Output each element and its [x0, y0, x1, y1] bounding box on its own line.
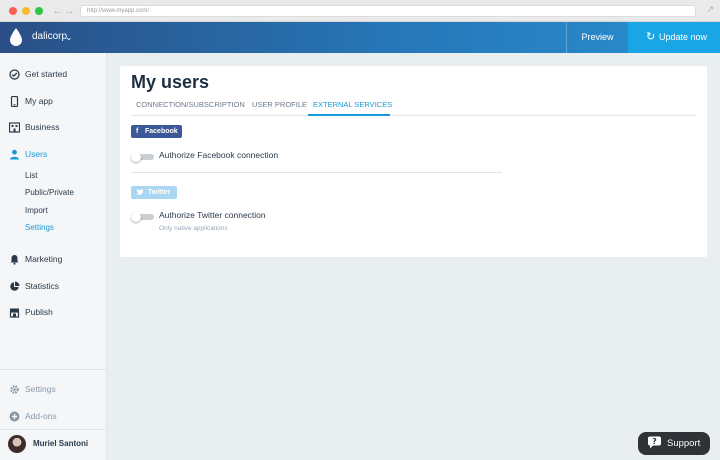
sidebar-item-get-started[interactable]: Get started [0, 65, 107, 83]
page-title: My users [131, 72, 210, 92]
building-icon [9, 122, 20, 133]
tab-bar: CONNECTION/SUBSCRIPTION USER PROFILE EXT… [131, 97, 697, 116]
sidebar: Get started My app Business Users List P… [0, 53, 107, 460]
support-label: Support [667, 438, 701, 449]
refresh-icon: ↻ [646, 31, 656, 43]
sidebar-item-publish[interactable]: Publish [0, 303, 107, 321]
expand-icon[interactable]: ↗ [706, 4, 714, 15]
twitter-option-hint: Only native applications [159, 225, 228, 232]
maximize-window-button[interactable] [35, 7, 43, 15]
tab-external-services[interactable]: EXTERNAL SERVICES [313, 100, 392, 110]
user-icon [10, 149, 19, 160]
facebook-badge: f Facebook [131, 125, 182, 138]
facebook-badge-label: Facebook [145, 128, 178, 135]
forward-arrow-icon[interactable]: → [64, 4, 75, 18]
twitter-badge-label: Twitter [148, 189, 171, 196]
sidebar-subitem-public-private[interactable]: Public/Private [25, 187, 74, 199]
chevron-down-icon[interactable]: ⌄ [65, 31, 73, 43]
org-name[interactable]: dalicorp [32, 31, 67, 43]
preview-button[interactable]: Preview [566, 22, 628, 53]
sidebar-item-label: Settings [25, 384, 56, 394]
active-tab-indicator [308, 114, 390, 116]
sidebar-item-label: Get started [25, 69, 68, 79]
pie-chart-icon [10, 281, 20, 291]
avatar [8, 435, 26, 453]
sidebar-subitem-import[interactable]: Import [25, 205, 48, 217]
toggle-knob [131, 152, 141, 162]
chat-bubble-icon: ? [648, 436, 661, 449]
app-header: dalicorp ⌄ Preview ↻ Update now [0, 22, 720, 53]
drop-logo-icon [10, 28, 22, 46]
tab-connection-subscription[interactable]: CONNECTION/SUBSCRIPTION [136, 100, 245, 110]
tab-user-profile[interactable]: USER PROFILE [252, 100, 307, 110]
facebook-option-label: Authorize Facebook connection [159, 150, 279, 160]
plus-circle-icon [9, 411, 20, 422]
browser-chrome: ← → http://www.myapp.com/ ↗ [0, 0, 720, 22]
sidebar-item-my-app[interactable]: My app [0, 92, 107, 110]
update-now-label: Update now [659, 32, 708, 42]
sidebar-item-settings[interactable]: Settings [0, 380, 107, 398]
check-circle-icon [9, 69, 20, 80]
sidebar-item-label: My app [25, 96, 53, 106]
main-card: My users CONNECTION/SUBSCRIPTION USER PR… [120, 66, 707, 257]
update-now-button[interactable]: ↻ Update now [628, 22, 720, 53]
gear-icon [10, 385, 19, 394]
sidebar-item-marketing[interactable]: Marketing [0, 250, 107, 268]
back-arrow-icon[interactable]: ← [52, 4, 63, 18]
sidebar-item-business[interactable]: Business [0, 118, 107, 136]
sidebar-item-label: Publish [25, 307, 53, 317]
minimize-window-button[interactable] [22, 7, 30, 15]
smartphone-icon [10, 96, 19, 107]
twitter-badge: Twitter [131, 186, 177, 199]
url-bar[interactable]: http://www.myapp.com/ [80, 5, 696, 17]
sidebar-item-users[interactable]: Users [0, 145, 107, 163]
twitter-option-label: Authorize Twitter connection [159, 210, 266, 220]
toggle-knob [131, 212, 141, 222]
sidebar-item-label: Add-ons [25, 411, 57, 421]
sidebar-subitem-settings[interactable]: Settings [25, 222, 54, 234]
svg-text:?: ? [652, 437, 657, 446]
user-name: Muriel Santoni [33, 439, 89, 448]
user-profile[interactable]: Muriel Santoni [0, 429, 107, 459]
sidebar-item-label: Marketing [25, 254, 63, 264]
bell-icon [10, 255, 19, 265]
sidebar-item-label: Statistics [25, 281, 60, 291]
facebook-toggle[interactable] [131, 152, 154, 162]
sidebar-item-statistics[interactable]: Statistics [0, 277, 107, 295]
twitter-icon [136, 188, 144, 195]
sidebar-subitem-list[interactable]: List [25, 170, 37, 182]
support-button[interactable]: ? Support [638, 432, 710, 455]
sidebar-item-label: Users [25, 149, 48, 159]
sidebar-item-label: Business [25, 122, 60, 132]
section-divider [131, 172, 502, 173]
facebook-icon: f [136, 128, 139, 135]
store-icon [9, 308, 20, 318]
sidebar-item-add-ons[interactable]: Add-ons [0, 407, 107, 425]
twitter-toggle[interactable] [131, 212, 154, 222]
close-window-button[interactable] [9, 7, 17, 15]
sidebar-divider [0, 369, 107, 370]
